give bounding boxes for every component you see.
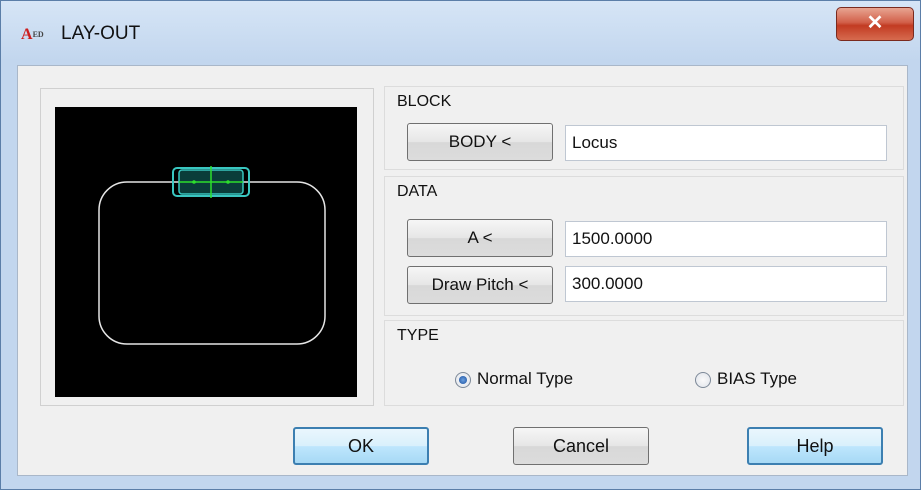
preview-background <box>55 107 357 397</box>
type-group-label: TYPE <box>397 327 439 344</box>
cancel-button[interactable]: Cancel <box>513 427 649 465</box>
bias-type-label[interactable]: BIAS Type <box>717 369 797 389</box>
bias-type-radio[interactable] <box>695 372 711 388</box>
block-marker-right <box>226 180 230 184</box>
dialog-body: BLOCK BODY < DATA A < Draw Pitch < TYPE … <box>17 65 908 476</box>
body-name-field[interactable] <box>565 125 887 161</box>
normal-type-label[interactable]: Normal Type <box>477 369 573 389</box>
a-pick-button[interactable]: A < <box>407 219 553 257</box>
block-marker-left <box>192 180 196 184</box>
normal-type-radio[interactable] <box>455 372 471 388</box>
draw-pitch-pick-button[interactable]: Draw Pitch < <box>407 266 553 304</box>
data-group-label: DATA <box>397 183 438 200</box>
block-group: BLOCK BODY < <box>384 86 904 170</box>
data-group: DATA A < Draw Pitch < <box>384 176 904 316</box>
close-button[interactable]: ✕ <box>836 7 914 41</box>
close-icon: ✕ <box>866 12 884 34</box>
block-group-label: BLOCK <box>397 93 452 110</box>
window-title: LAY-OUT <box>61 23 141 44</box>
ok-button[interactable]: OK <box>293 427 429 465</box>
a-value-field[interactable] <box>565 221 887 257</box>
app-icon: AED <box>21 26 44 43</box>
type-group: TYPE Normal Type BIAS Type <box>384 320 904 406</box>
layout-preview <box>55 107 357 397</box>
preview-panel <box>40 88 374 406</box>
help-button[interactable]: Help <box>747 427 883 465</box>
body-pick-button[interactable]: BODY < <box>407 123 553 161</box>
layout-dialog: AED LAY-OUT ✕ BLOCK BODY < DATA <box>0 0 921 490</box>
title-bar[interactable]: AED LAY-OUT ✕ <box>1 1 920 63</box>
draw-pitch-field[interactable] <box>565 266 887 302</box>
